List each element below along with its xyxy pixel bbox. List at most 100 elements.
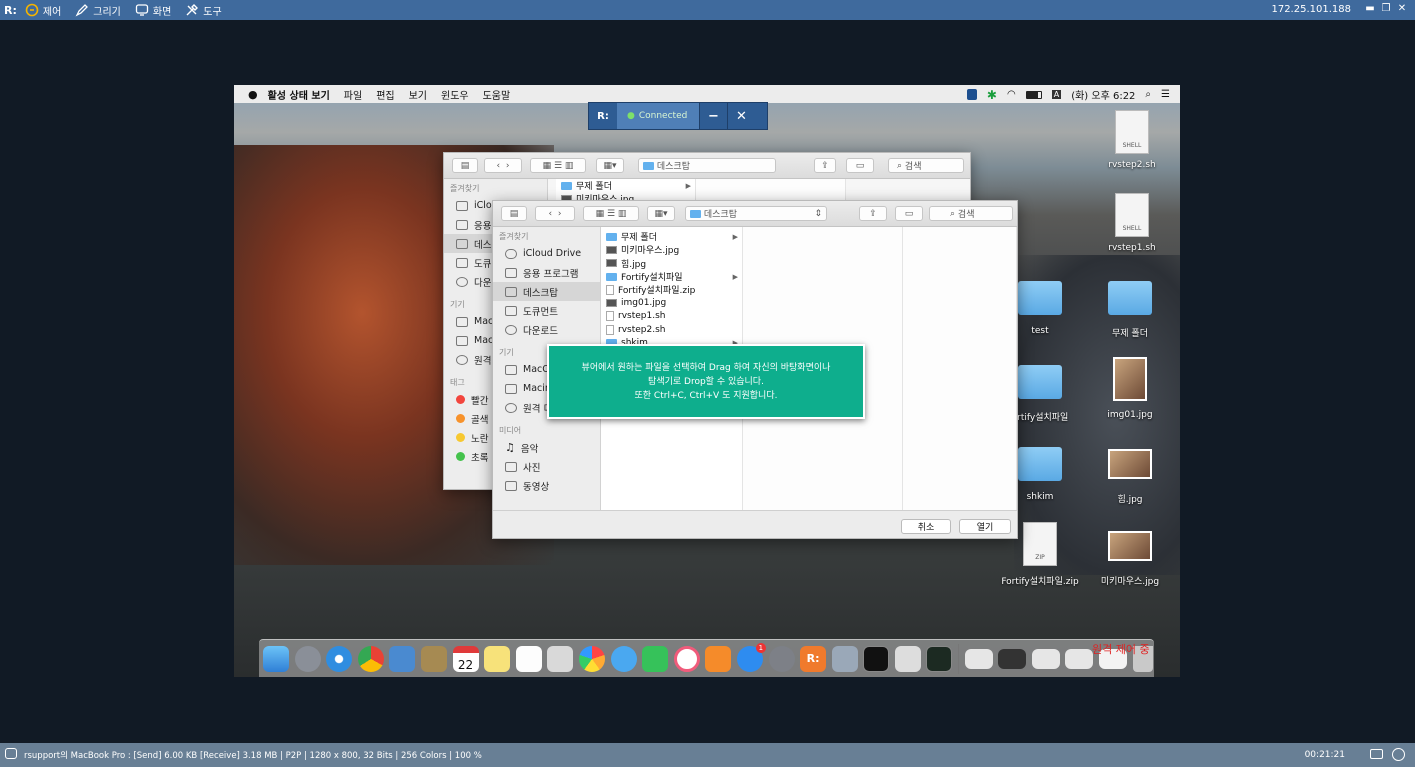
- window-restore-icon[interactable]: ❐: [1381, 4, 1391, 14]
- sidebar-item-applications[interactable]: 응용 프로그램: [493, 263, 600, 282]
- list-item[interactable]: 힘.jpg: [601, 257, 742, 270]
- sidebar-item-movies[interactable]: 동영상: [493, 476, 600, 495]
- sidebar-item-documents[interactable]: 도큐먼트: [493, 301, 600, 320]
- camera-icon[interactable]: [1370, 749, 1383, 759]
- desktop-icon-untitled-folder[interactable]: 무제 폴더: [1108, 281, 1152, 339]
- chat-icon[interactable]: [5, 748, 17, 759]
- desktop-icon-fortify-folder[interactable]: ortify설치파일: [1012, 365, 1068, 423]
- view-mode-buttons[interactable]: ▦ ☰ ▥: [583, 206, 639, 221]
- ibooks-icon[interactable]: [705, 645, 732, 672]
- remote-screen[interactable]: ● 활성 상태 보기 파일 편집 보기 윈도우 도움말 ✱ ◠ A (화) 오후…: [234, 85, 1180, 677]
- list-item[interactable]: Fortify설치파일.zip: [601, 283, 742, 296]
- shield-icon[interactable]: [966, 89, 977, 100]
- notification-icon[interactable]: ☰: [1161, 89, 1170, 100]
- desktop-icon-rvstep2[interactable]: SHELL rvstep2.sh: [1108, 110, 1156, 170]
- search-field[interactable]: ⌕ 검색: [888, 158, 964, 173]
- cancel-button[interactable]: 취소: [901, 519, 951, 534]
- share-icon[interactable]: ⇪: [814, 158, 836, 173]
- menu-view[interactable]: 보기: [409, 87, 427, 102]
- tag-button-icon[interactable]: ▭: [846, 158, 874, 173]
- desktop-icon-mickey[interactable]: 미키마우스.jpg: [1101, 531, 1159, 587]
- app-store-icon[interactable]: 1: [736, 642, 766, 672]
- launchpad-icon[interactable]: [294, 645, 321, 672]
- maps-icon[interactable]: [547, 645, 574, 672]
- tools-menu[interactable]: 도구: [185, 3, 222, 18]
- list-item[interactable]: rvstep1.sh: [601, 310, 742, 323]
- menu-help[interactable]: 도움말: [483, 87, 511, 102]
- input-source-icon[interactable]: A: [1051, 90, 1062, 99]
- draw-menu[interactable]: 그리기: [75, 3, 121, 18]
- spotlight-icon[interactable]: ⌕: [1145, 89, 1151, 100]
- nav-back-forward[interactable]: ‹ ›: [535, 206, 575, 221]
- reminders-icon[interactable]: [515, 645, 542, 672]
- arrange-button[interactable]: ▦▾: [596, 158, 624, 173]
- activity-monitor-icon[interactable]: [926, 645, 953, 672]
- desktop-icon-fortify-zip[interactable]: ZIP Fortify설치파일.zip: [1001, 522, 1079, 587]
- minimized-window-icon[interactable]: [1065, 648, 1094, 669]
- image-capture-icon[interactable]: [831, 645, 858, 672]
- window-close-icon[interactable]: ✕: [1397, 4, 1407, 14]
- battery-icon[interactable]: [1025, 90, 1042, 99]
- terminal-icon[interactable]: [863, 645, 890, 672]
- minimized-window-icon[interactable]: [964, 648, 993, 669]
- nav-back-forward[interactable]: ‹ ›: [484, 158, 522, 173]
- messages-icon[interactable]: [610, 645, 637, 672]
- stop-icon[interactable]: [1392, 748, 1405, 761]
- open-button[interactable]: 열기: [959, 519, 1011, 534]
- list-item[interactable]: 무제 폴더 ▶: [556, 179, 695, 192]
- desktop-icon-test[interactable]: test: [1018, 281, 1062, 336]
- menu-window[interactable]: 윈도우: [441, 87, 469, 102]
- remotecall-icon[interactable]: R:: [800, 645, 827, 672]
- safari-icon[interactable]: [326, 645, 353, 672]
- screen-menu[interactable]: 화면: [135, 3, 171, 18]
- minimized-window-icon[interactable]: [998, 648, 1027, 669]
- tag-button-icon[interactable]: ▭: [895, 206, 923, 221]
- list-item[interactable]: 미키마우스.jpg: [601, 243, 742, 256]
- wifi-icon[interactable]: ◠: [1007, 89, 1016, 100]
- photos-icon[interactable]: [578, 645, 605, 672]
- view-mode-buttons[interactable]: ▦ ☰ ▥: [530, 158, 586, 173]
- menubar-clock[interactable]: (화) 오후 6:22: [1071, 87, 1135, 102]
- screenshot-icon[interactable]: [894, 645, 921, 672]
- desktop-icon-him[interactable]: 힘.jpg: [1108, 449, 1152, 505]
- list-item[interactable]: Fortify설치파일 ▶: [601, 270, 742, 283]
- sidebar-item-downloads[interactable]: 다운로드: [493, 320, 600, 339]
- preview-icon[interactable]: [389, 645, 416, 672]
- list-item[interactable]: rvstep2.sh: [601, 323, 742, 336]
- sidebar-item-photos[interactable]: 사진: [493, 457, 600, 476]
- search-field[interactable]: ⌕ 검색: [929, 206, 1013, 221]
- list-item[interactable]: 무제 폴더 ▶: [601, 230, 742, 243]
- path-popup[interactable]: 데스크탑: [638, 158, 776, 173]
- arrange-button[interactable]: ▦▾: [647, 206, 675, 221]
- notes-icon[interactable]: [484, 645, 511, 672]
- screen-menu-label: 화면: [152, 6, 172, 18]
- list-item[interactable]: img01.jpg: [601, 296, 742, 309]
- desktop-icon-shkim[interactable]: shkim: [1018, 447, 1062, 502]
- connection-minimize-button[interactable]: −: [699, 103, 727, 129]
- sidebar-toggle-icon[interactable]: ▤: [452, 158, 478, 173]
- chrome-icon[interactable]: [357, 645, 384, 672]
- finder-icon[interactable]: [263, 645, 289, 672]
- contacts-icon[interactable]: [420, 645, 447, 672]
- asterisk-icon[interactable]: ✱: [987, 88, 997, 102]
- sidebar-item-icloud[interactable]: iCloud Drive: [493, 244, 600, 263]
- share-icon[interactable]: ⇪: [859, 206, 887, 221]
- path-popup[interactable]: 데스크탑 ⇕: [685, 206, 827, 221]
- minimized-window-icon[interactable]: [1031, 648, 1060, 669]
- sidebar-item-music[interactable]: ♫ 음악: [493, 438, 600, 457]
- connection-close-button[interactable]: ✕: [727, 103, 755, 129]
- sidebar-toggle-icon[interactable]: ▤: [501, 206, 527, 221]
- menu-app[interactable]: 활성 상태 보기: [268, 87, 330, 102]
- window-minimize-icon[interactable]: ▬: [1365, 4, 1375, 14]
- desktop-icon-rvstep1[interactable]: SHELL rvstep1.sh: [1108, 193, 1156, 253]
- menu-file[interactable]: 파일: [344, 87, 362, 102]
- system-preferences-icon[interactable]: [768, 645, 795, 672]
- itunes-icon[interactable]: [673, 645, 700, 672]
- facetime-icon[interactable]: [642, 645, 669, 672]
- menu-edit[interactable]: 편집: [376, 87, 394, 102]
- calendar-icon[interactable]: 22: [452, 645, 479, 672]
- desktop-icon-img01[interactable]: img01.jpg: [1107, 357, 1153, 420]
- control-menu[interactable]: 제어: [25, 3, 61, 18]
- apple-icon[interactable]: ●: [248, 88, 258, 101]
- sidebar-item-desktop[interactable]: 데스크탑: [493, 282, 600, 301]
